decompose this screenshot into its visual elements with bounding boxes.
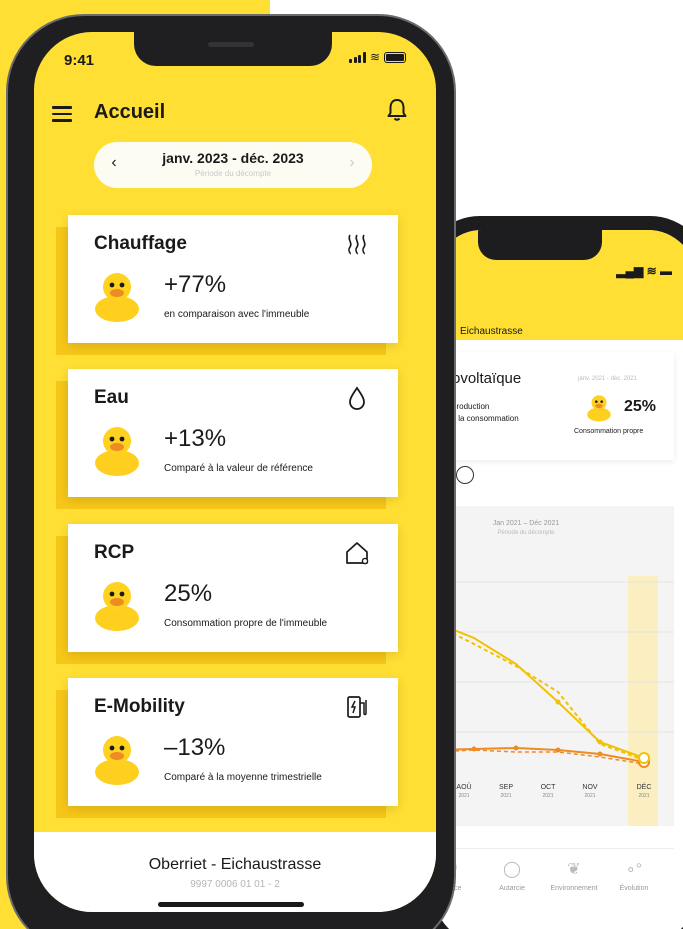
bell-icon[interactable] [386,98,408,122]
tile-caption: Comparé à la valeur de référence [164,463,313,474]
property-number: 9997 0006 01 01 - 2 [190,879,280,890]
tile-value: +13% [164,425,227,452]
tile-card: RCP 25% Consommation propre de l'immeubl… [68,524,398,652]
evolution-chart: Jan 2021 – Déc 2021 Période du décompte [434,506,674,826]
month-dec[interactable]: DÉC 2021 [629,783,659,801]
tile-value: 25% [164,580,213,607]
duck-icon [95,582,139,631]
photovoltaic-percent-caption: Consommation propre [574,428,644,435]
stage: ▂▄▆ ≋ ▬ Eichaustrasse ovoltaïque product… [0,0,683,929]
home-indicator[interactable] [158,902,304,907]
tile-water[interactable]: Eau +13% Comparé à la valeur de référenc… [56,369,398,509]
hamburger-menu-icon[interactable] [52,106,72,122]
tile-rcp[interactable]: RCP 25% Consommation propre de l'immeubl… [56,524,398,664]
battery-icon [384,52,406,63]
tile-card: Eau +13% Comparé à la valeur de référenc… [68,369,398,497]
tile-title: Chauffage [94,233,187,254]
tile-caption: Comparé à la moyenne trimestrielle [164,772,322,783]
tab-environment[interactable]: ❦ Environnement [544,859,604,892]
duck-icon [95,736,139,785]
secondary-status-icons: ▂▄▆ ≋ ▬ [616,264,672,278]
secondary-notch [478,230,602,260]
period-selector: ‹ janv. 2023 - déc. 2023 Période du déco… [94,142,372,188]
house-icon [346,542,369,565]
speaker [208,42,254,47]
primary-screen: 9:41 ≋ Accueil ‹ janv. 2023 - déc. 2023 … [34,32,436,912]
page-title: Accueil [94,101,166,123]
tile-card: E-Mobility –13% Comparé à la moyenne tri… [68,678,398,806]
photovoltaic-card[interactable]: ovoltaïque production c la consommation … [434,352,674,460]
photovoltaic-percent: 25% [624,398,657,415]
tile-e-mobility[interactable]: E-Mobility –13% Comparé à la moyenne tri… [56,678,398,818]
secondary-screen: ▂▄▆ ≋ ▬ Eichaustrasse ovoltaïque product… [434,230,683,929]
duck-icon [95,427,139,476]
tile-title: RCP [94,542,135,563]
next-period-button[interactable]: › [342,154,362,172]
leaf-icon: ❦ [567,861,581,878]
primary-phone: 9:41 ≋ Accueil ‹ janv. 2023 - déc. 2023 … [0,0,460,929]
tile-value: –13% [164,734,226,761]
notch [134,32,332,66]
heating-icon [348,234,366,255]
tile-title: Eau [94,387,129,408]
tab-autarky[interactable]: ◯ Autarcie [482,859,542,892]
period-label: janv. 2023 - déc. 2023 [162,150,304,166]
secondary-header: ▂▄▆ ≋ ▬ Eichaustrasse [434,230,683,340]
autarky-icon: ◯ [503,861,521,878]
signal-icon [349,52,366,63]
wifi-icon: ≋ [369,50,380,64]
property-footer[interactable]: Oberriet - Eichaustrasse 9997 0006 01 01… [34,832,436,912]
month-nov[interactable]: NOV 2021 [575,783,605,801]
duck-icon [587,395,611,422]
secondary-header-title: Eichaustrasse [460,326,523,337]
tile-value: +77% [164,271,227,298]
tile-title: E-Mobility [94,696,185,717]
secondary-tab-bar: ↗dance ◯Autarcie ❦Environnement ∘°Évolut… [434,848,674,918]
month-sep[interactable]: SEP 2021 [491,783,521,801]
ev-charger-icon [347,696,367,718]
photovoltaic-period: janv. 2021 - déc. 2021 [578,376,637,382]
tile-card: Chauffage +77% en comparaison avec l'imm… [68,215,398,343]
period-caption: Période du décompte [194,169,272,178]
status-icons: ≋ [349,50,406,64]
tile-caption: Consommation propre de l'immeuble [164,618,328,629]
status-time: 9:41 [64,52,95,69]
tab-evolution[interactable]: ∘° Évolution [604,859,664,892]
property-name: Oberriet - Eichaustrasse [148,856,322,873]
tile-heating[interactable]: Chauffage +77% en comparaison avec l'imm… [56,215,398,355]
photovoltaic-title: ovoltaïque [452,370,522,387]
water-drop-icon [349,386,365,410]
evolution-icon: ∘° [625,861,643,878]
duck-icon [95,273,139,322]
tile-caption: en comparaison avec l'immeuble [164,309,310,320]
chart-lines [434,581,674,768]
photovoltaic-line2: c la consommation [452,414,519,423]
month-oct[interactable]: OCT 2021 [533,783,563,801]
